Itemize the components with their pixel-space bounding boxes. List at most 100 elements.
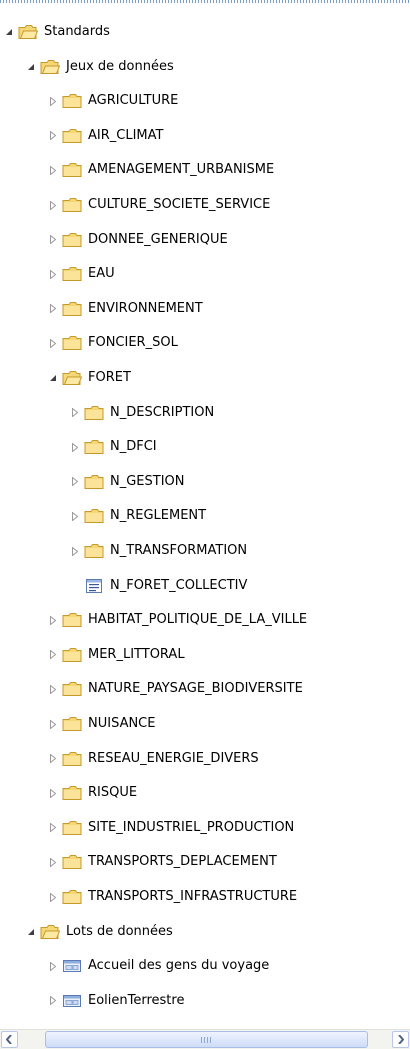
collapsed-triangle-icon[interactable] bbox=[48, 338, 58, 348]
collapsed-triangle-icon[interactable] bbox=[48, 615, 58, 625]
tree-item-label: CULTURE_SOCIETE_SERVICE bbox=[88, 197, 271, 212]
tree-item[interactable]: N_DESCRIPTION bbox=[70, 396, 215, 430]
tree-item[interactable]: RESEAU_ENERGIE_DIVERS bbox=[48, 742, 260, 776]
tree-item-label: Jeux de données bbox=[66, 58, 174, 74]
tree-item[interactable]: RISQUE bbox=[48, 776, 138, 810]
collapsed-triangle-icon[interactable] bbox=[48, 719, 58, 729]
tree-item[interactable]: AGRICULTURE bbox=[48, 84, 179, 118]
tree-item-label: FORET bbox=[88, 370, 131, 385]
folder-icon bbox=[62, 715, 84, 733]
expanded-triangle-icon[interactable] bbox=[26, 927, 36, 937]
tree-item-label: HABITAT_POLITIQUE_DE_LA_VILLE bbox=[88, 612, 308, 628]
tree-item-label: EolienTerrestre bbox=[88, 992, 185, 1008]
collapsed-triangle-icon[interactable] bbox=[48, 823, 58, 833]
tree-item-label: EAU bbox=[88, 266, 115, 282]
collapsed-triangle-icon[interactable] bbox=[48, 684, 58, 694]
tree-item[interactable]: MER_LITTORAL bbox=[48, 638, 186, 672]
catalog-tree: Standards Jeux de données AGRICULTURE AIR_C… bbox=[0, 15, 410, 1025]
tree-item[interactable]: Accueil des gens du voyage bbox=[48, 949, 270, 983]
tree-item-label: Standards bbox=[44, 24, 110, 39]
collapsed-triangle-icon[interactable] bbox=[70, 442, 80, 452]
tree-item[interactable]: N_GESTION bbox=[70, 465, 186, 499]
folder-icon bbox=[62, 819, 84, 837]
collapsed-triangle-icon[interactable] bbox=[70, 511, 80, 521]
expanded-triangle-icon[interactable] bbox=[48, 373, 58, 383]
tree-item[interactable]: NATURE_PAYSAGE_BIODIVERSITE bbox=[48, 672, 304, 706]
tree-item[interactable]: N_FORET_COLLECTIV bbox=[70, 569, 248, 603]
folder-icon bbox=[62, 888, 84, 906]
collapsed-triangle-icon[interactable] bbox=[70, 477, 80, 487]
scroll-left-arrow-icon bbox=[6, 1035, 12, 1044]
tree-item[interactable]: NUISANCE bbox=[48, 707, 156, 741]
folder-open-icon bbox=[40, 58, 62, 76]
tree-item-label: TRANSPORTS_INFRASTRUCTURE bbox=[88, 889, 298, 904]
tree-item[interactable]: EAU bbox=[48, 257, 116, 291]
collapsed-triangle-icon[interactable] bbox=[48, 857, 58, 867]
tree-item[interactable]: SITE_INDUSTRIEL_PRODUCTION bbox=[48, 811, 295, 845]
scroll-grip-icon bbox=[201, 1037, 213, 1043]
tree-item[interactable]: Lots de données bbox=[26, 915, 174, 949]
folder-icon bbox=[62, 161, 84, 179]
collapsed-triangle-icon[interactable] bbox=[48, 961, 58, 971]
folder-open-icon bbox=[62, 369, 84, 387]
folder-icon bbox=[62, 300, 84, 318]
collapsed-triangle-icon[interactable] bbox=[70, 408, 80, 418]
tree-item[interactable]: N_TRANSFORMATION bbox=[70, 534, 248, 568]
expanded-triangle-icon[interactable] bbox=[26, 62, 36, 72]
expanded-triangle-icon[interactable] bbox=[4, 27, 14, 37]
tree-item[interactable]: DONNEE_GENERIQUE bbox=[48, 223, 229, 257]
tree-item[interactable]: ENVIRONNEMENT bbox=[48, 292, 204, 326]
tree-item-label: FONCIER_SOL bbox=[88, 335, 178, 351]
folder-icon bbox=[62, 265, 84, 283]
folder-icon bbox=[84, 507, 106, 525]
tree-item[interactable]: TRANSPORTS_INFRASTRUCTURE bbox=[48, 880, 298, 914]
collapsed-triangle-icon[interactable] bbox=[48, 788, 58, 798]
tree-item[interactable]: FORET bbox=[48, 361, 132, 395]
collapsed-triangle-icon[interactable] bbox=[48, 269, 58, 279]
tree-item-label: SITE_INDUSTRIEL_PRODUCTION bbox=[88, 819, 295, 835]
tree-item-label: TRANSPORTS_DEPLACEMENT bbox=[88, 854, 277, 870]
folder-icon bbox=[84, 473, 106, 491]
tree-item-label: N_TRANSFORMATION bbox=[110, 543, 248, 558]
collapsed-triangle-icon[interactable] bbox=[70, 546, 80, 556]
collapsed-triangle-icon[interactable] bbox=[48, 754, 58, 764]
tree-item-label: AMENAGEMENT_URBANISME bbox=[88, 162, 275, 178]
tree-item[interactable]: TRANSPORTS_DEPLACEMENT bbox=[48, 845, 278, 879]
tree-item-label: RISQUE bbox=[88, 785, 138, 801]
collapsed-triangle-icon[interactable] bbox=[48, 892, 58, 902]
tree-item[interactable]: N_DFCI bbox=[70, 430, 158, 464]
tree-item[interactable]: AMENAGEMENT_URBANISME bbox=[48, 153, 275, 187]
tree-item[interactable]: N_REGLEMENT bbox=[70, 499, 207, 533]
scroll-right-arrow-icon bbox=[398, 1035, 404, 1044]
tree-item-label: Accueil des gens du voyage bbox=[88, 958, 270, 974]
tree-item-label: AGRICULTURE bbox=[88, 93, 179, 109]
scroll-thumb[interactable] bbox=[45, 1031, 368, 1048]
collapsed-triangle-icon[interactable] bbox=[48, 304, 58, 314]
collapsed-triangle-icon[interactable] bbox=[48, 165, 58, 175]
collapsed-triangle-icon[interactable] bbox=[48, 996, 58, 1006]
folder-icon bbox=[62, 334, 84, 352]
collapsed-triangle-icon[interactable] bbox=[48, 131, 58, 141]
scroll-left-button[interactable] bbox=[1, 1031, 18, 1048]
tree-item[interactable]: FONCIER_SOL bbox=[48, 326, 179, 360]
collapsed-triangle-icon[interactable] bbox=[48, 200, 58, 210]
horizontal-scrollbar[interactable] bbox=[0, 1029, 410, 1049]
collapsed-triangle-icon[interactable] bbox=[48, 650, 58, 660]
folder-icon bbox=[62, 196, 84, 214]
tree-item-label: RESEAU_ENERGIE_DIVERS bbox=[88, 750, 259, 766]
tree-item[interactable]: HABITAT_POLITIQUE_DE_LA_VILLE bbox=[48, 603, 308, 637]
folder-icon bbox=[84, 542, 106, 560]
tree-item[interactable]: Jeux de données bbox=[26, 50, 175, 84]
tree-item[interactable]: Standards bbox=[4, 15, 111, 49]
tree-item[interactable]: EolienTerrestre bbox=[48, 984, 185, 1018]
scroll-right-button[interactable] bbox=[392, 1031, 409, 1048]
tree-item-label: DONNEE_GENERIQUE bbox=[88, 231, 228, 247]
collapsed-triangle-icon[interactable] bbox=[48, 235, 58, 245]
folder-icon bbox=[62, 784, 84, 802]
folder-icon bbox=[62, 853, 84, 871]
collapsed-triangle-icon[interactable] bbox=[48, 96, 58, 106]
tree-item[interactable]: CULTURE_SOCIETE_SERVICE bbox=[48, 188, 271, 222]
tree-item-label: Lots de données bbox=[66, 923, 173, 939]
layer-package-icon bbox=[62, 957, 84, 975]
tree-item[interactable]: AIR_CLIMAT bbox=[48, 119, 164, 153]
